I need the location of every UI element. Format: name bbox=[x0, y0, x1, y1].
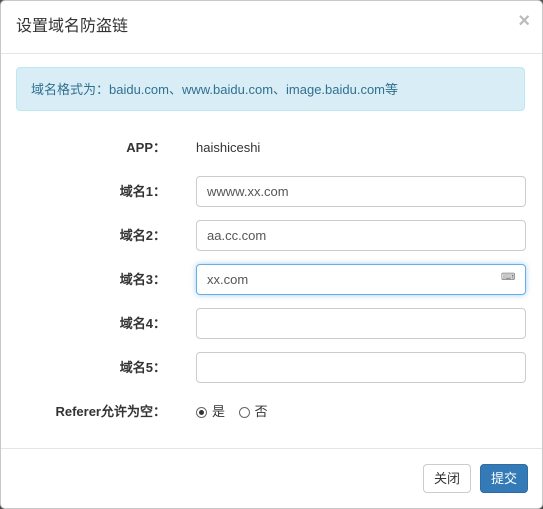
referer-option-yes-label: 是 bbox=[212, 404, 226, 419]
domain-1-label: 域名1： bbox=[119, 184, 166, 199]
referer-label: Referer允许为空： bbox=[55, 404, 166, 419]
domain-5-label: 域名5： bbox=[119, 360, 166, 375]
keyboard-icon[interactable]: ⌨ bbox=[501, 272, 515, 283]
close-icon[interactable]: × bbox=[518, 11, 530, 31]
referer-option-no-label: 否 bbox=[254, 404, 268, 419]
modal-title: 设置域名防盗链 bbox=[16, 18, 129, 35]
domain-5-row: 域名5： bbox=[1, 352, 542, 384]
domain-1-input[interactable] bbox=[196, 176, 526, 207]
referer-radio-group: 是 否 bbox=[196, 396, 278, 428]
domain-4-label: 域名4： bbox=[119, 316, 166, 331]
domain-2-input[interactable] bbox=[196, 220, 526, 251]
referer-option-no[interactable]: 否 bbox=[238, 396, 268, 428]
domain-hotlink-modal: 设置域名防盗链 × 域名格式为：baidu.com、www.baidu.com、… bbox=[0, 0, 543, 509]
domain-1-row: 域名1： bbox=[1, 176, 542, 208]
domain-3-input[interactable] bbox=[196, 264, 526, 295]
app-value: haishiceshi bbox=[196, 140, 261, 155]
modal-footer: 关闭 提交 bbox=[1, 448, 542, 509]
app-row: APP： haishiceshi bbox=[1, 132, 542, 164]
domain-3-row: 域名3： ⌨ bbox=[1, 264, 542, 296]
submit-button[interactable]: 提交 bbox=[480, 464, 528, 493]
radio-unchecked-icon[interactable] bbox=[238, 407, 250, 419]
domain-3-label: 域名3： bbox=[119, 272, 166, 287]
referer-option-yes[interactable]: 是 bbox=[196, 396, 225, 428]
format-hint-alert: 域名格式为：baidu.com、www.baidu.com、image.baid… bbox=[16, 67, 525, 111]
close-button[interactable]: 关闭 bbox=[423, 464, 471, 493]
domain-2-label: 域名2： bbox=[119, 228, 166, 243]
referer-row: Referer允许为空： 是 否 bbox=[1, 396, 542, 428]
modal-header: 设置域名防盗链 × bbox=[1, 1, 542, 54]
radio-checked-icon[interactable] bbox=[196, 407, 207, 419]
domain-4-row: 域名4： bbox=[1, 308, 542, 340]
domain-4-input[interactable] bbox=[196, 308, 526, 339]
domain-5-input[interactable] bbox=[196, 352, 526, 383]
domain-2-row: 域名2： bbox=[1, 220, 542, 252]
app-label: APP： bbox=[126, 140, 166, 155]
